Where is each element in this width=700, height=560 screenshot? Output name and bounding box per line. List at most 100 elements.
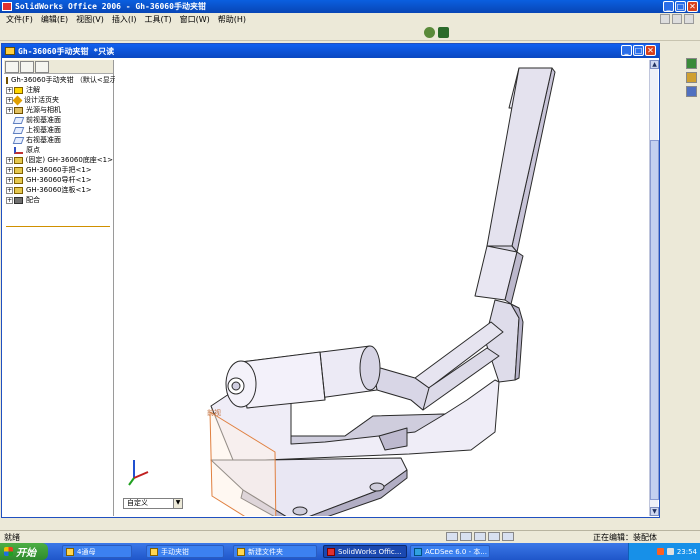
configuration-value: 自定义	[127, 499, 148, 507]
plane-label: 前视	[207, 409, 221, 417]
task-label: 新建文件夹	[248, 547, 283, 556]
tree-item-annotations[interactable]: + 注解	[6, 85, 113, 95]
configuration-select[interactable]: 自定义 ▼	[123, 498, 183, 509]
expand-icon[interactable]: +	[6, 166, 13, 174]
tree-item-label: GH-36060连板<1>	[26, 186, 92, 194]
acdsee-icon	[414, 547, 422, 556]
expand-icon[interactable]: +	[6, 176, 13, 184]
menu-insert[interactable]: 插入(I)	[108, 14, 141, 25]
tree-item-lights[interactable]: + 光源与相机	[6, 105, 113, 115]
status-editing: 正在编辑：装配体	[593, 533, 657, 542]
document-window: Gh-36060手动夹钳 *只读 _ □ ✕ Gh-36060手动夹钳 （默认<…	[1, 43, 660, 518]
tree-root[interactable]: Gh-36060手动夹钳 （默认<显示	[6, 75, 117, 85]
tray-icon-2[interactable]	[666, 548, 674, 555]
status-icon-4[interactable]	[488, 532, 500, 541]
taskbar-item-solidworks[interactable]: SolidWorks Offic...	[323, 545, 407, 558]
tree-item-label: 配合	[26, 196, 40, 204]
scroll-up-icon[interactable]: ▲	[650, 60, 659, 69]
expand-icon[interactable]: +	[6, 86, 13, 94]
feature-tree: Gh-36060手动夹钳 （默认<显示 + 注解 + 设计活页夹 + 光源与相机…	[4, 74, 117, 205]
design-library-icon[interactable]	[686, 72, 697, 83]
tree-item-label: GH-36060手把<1>	[26, 166, 92, 174]
solidworks-logo-icon	[2, 2, 12, 11]
configuration-manager-tab[interactable]	[35, 61, 49, 73]
tree-item-front-plane[interactable]: 前视基准面	[6, 115, 113, 125]
doc-close-button[interactable]: ✕	[645, 45, 656, 56]
status-icon-1[interactable]	[446, 532, 458, 541]
app-title: SolidWorks Office 2006 - Gh-36060手动夹钳	[15, 2, 206, 11]
taskbar-item-folder-3[interactable]: 新建文件夹	[233, 545, 317, 558]
design-binder-icon	[12, 95, 23, 105]
doc-restore-button[interactable]: □	[633, 45, 644, 56]
tree-item-link-plate[interactable]: + GH-36060连板<1>	[6, 185, 113, 195]
toolbar	[0, 25, 700, 41]
menu-close-icon[interactable]	[684, 14, 694, 24]
tree-item-right-plane[interactable]: 右视基准面	[6, 135, 113, 145]
scroll-thumb[interactable]	[650, 140, 659, 500]
expand-icon[interactable]: +	[6, 156, 13, 164]
menu-minimize-icon[interactable]	[660, 14, 670, 24]
tree-item-design-binder[interactable]: + 设计活页夹	[6, 95, 113, 105]
menu-tools[interactable]: 工具(T)	[140, 14, 175, 25]
folder-icon	[150, 547, 158, 556]
tree-item-origin[interactable]: 原点	[6, 145, 113, 155]
tree-item-label: (固定) GH-36060底座<1>	[25, 156, 113, 164]
app-close-button[interactable]: ✕	[687, 1, 698, 12]
file-explorer-icon[interactable]	[686, 86, 697, 97]
windows-logo-icon	[4, 547, 13, 556]
expand-icon[interactable]: +	[6, 186, 13, 194]
tray-icon-1[interactable]	[656, 548, 664, 555]
tree-item-base[interactable]: + (固定) GH-36060底座<1>	[6, 155, 113, 165]
status-icon-5[interactable]	[502, 532, 514, 541]
status-icon-2[interactable]	[460, 532, 472, 541]
solidworks-icon	[327, 547, 335, 556]
app-restore-button[interactable]: □	[675, 1, 686, 12]
taskbar-item-folder-1[interactable]: 4通母	[62, 545, 132, 558]
vertical-scrollbar[interactable]: ▲ ▼	[649, 60, 659, 516]
menu-file[interactable]: 文件(F)	[2, 14, 37, 25]
feature-tree-tab[interactable]	[5, 61, 19, 73]
system-tray: 23:54	[628, 543, 700, 560]
document-title: Gh-36060手动夹钳 *只读	[18, 46, 115, 56]
part-icon	[14, 166, 23, 174]
scroll-down-icon[interactable]: ▼	[650, 507, 659, 516]
menu-help[interactable]: 帮助(H)	[214, 14, 250, 25]
folder-icon	[66, 547, 74, 556]
task-pane-tabs	[686, 58, 698, 97]
tree-item-label: 光源与相机	[26, 106, 61, 114]
start-button[interactable]: 开始	[0, 543, 48, 560]
expand-icon[interactable]: +	[6, 106, 13, 114]
plane-icon	[12, 136, 25, 144]
menu-window[interactable]: 窗口(W)	[176, 14, 214, 25]
clock[interactable]: 23:54	[677, 548, 697, 556]
taskbar-item-acdsee[interactable]: ACDSee 6.0 - 本...	[410, 545, 490, 558]
assembly-doc-icon	[5, 47, 15, 55]
app-minimize-button[interactable]: _	[663, 1, 674, 12]
taskbar-item-folder-2[interactable]: 手动夹钳	[146, 545, 224, 558]
lights-cameras-icon	[14, 106, 23, 114]
rollback-bar[interactable]	[6, 226, 110, 227]
menu-restore-icon[interactable]	[672, 14, 682, 24]
tree-item-top-plane[interactable]: 上视基准面	[6, 125, 113, 135]
clamp-model[interactable]	[115, 60, 649, 516]
menu-view[interactable]: 视图(V)	[72, 14, 108, 25]
menu-edit[interactable]: 编辑(E)	[37, 14, 72, 25]
tree-item-handle[interactable]: + GH-36060手把<1>	[6, 165, 113, 175]
dropdown-arrow-icon[interactable]: ▼	[173, 499, 182, 508]
status-ready: 就绪	[4, 532, 20, 542]
rebuild-icon[interactable]	[424, 27, 435, 38]
tree-item-mates[interactable]: + 配合	[6, 195, 113, 205]
solidworks-resources-icon[interactable]	[686, 58, 697, 69]
expand-icon[interactable]: +	[6, 196, 13, 204]
tree-item-label: GH-36060导杆<1>	[26, 176, 92, 184]
graphics-area[interactable]: 前视 自定义 ▼	[115, 60, 649, 516]
taskbar: 开始 4通母 手动夹钳 新建文件夹 SolidWorks Offic... AC…	[0, 543, 700, 560]
tree-item-guide-rod[interactable]: + GH-36060导杆<1>	[6, 175, 113, 185]
doc-minimize-button[interactable]: _	[621, 45, 632, 56]
task-label: SolidWorks Offic...	[338, 547, 402, 556]
feature-manager: Gh-36060手动夹钳 （默认<显示 + 注解 + 设计活页夹 + 光源与相机…	[4, 60, 117, 516]
options-icon[interactable]	[438, 27, 449, 38]
status-icon-3[interactable]	[474, 532, 486, 541]
assembly-icon	[6, 76, 8, 84]
property-manager-tab[interactable]	[20, 61, 34, 73]
